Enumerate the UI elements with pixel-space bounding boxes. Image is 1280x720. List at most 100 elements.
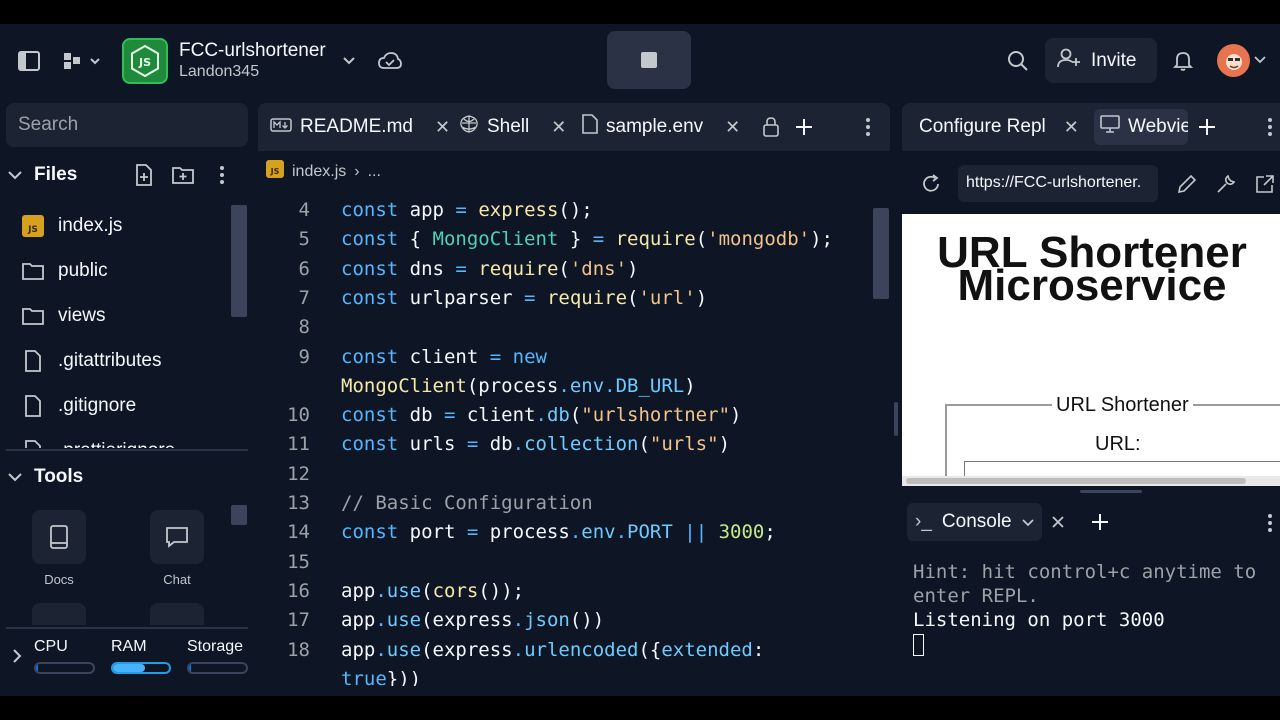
code-text: const urlparser = require('url'): [341, 286, 708, 309]
chevron-right-icon[interactable]: [8, 648, 26, 664]
tool-item[interactable]: [29, 603, 89, 625]
terminal-icon: ›_: [915, 511, 932, 532]
file-tree-scrollbar[interactable]: [231, 205, 247, 317]
code-text: app.use(express.urlencoded({extended:: [341, 638, 765, 661]
kebab-menu-icon[interactable]: [212, 163, 232, 187]
bell-icon[interactable]: [1170, 48, 1196, 74]
breadcrumb-more[interactable]: ...: [368, 163, 381, 181]
file-item-index-js[interactable]: JS index.js: [8, 206, 230, 246]
avatar[interactable]: [1217, 44, 1250, 77]
file-name: views: [58, 305, 106, 326]
close-icon[interactable]: [1048, 512, 1068, 532]
tab-label: sample.env: [606, 116, 704, 137]
line-number: 11: [287, 433, 310, 456]
tool-label: Chat: [163, 572, 191, 587]
repl-name[interactable]: FCC-urlshortener: [179, 40, 326, 62]
add-tab-icon[interactable]: [1089, 511, 1111, 533]
wrench-icon[interactable]: [1214, 172, 1238, 196]
tab-shell[interactable]: Shell ✕: [459, 103, 566, 151]
tool-item[interactable]: [147, 603, 207, 625]
ram-label: RAM: [111, 638, 147, 655]
repl-menu-icon[interactable]: [60, 48, 104, 74]
file-name: .gitignore: [58, 395, 137, 416]
kebab-menu-icon[interactable]: [858, 115, 878, 139]
file-icon: [582, 114, 598, 140]
repl-language-icon[interactable]: JS: [122, 38, 168, 84]
search-icon[interactable]: [1005, 48, 1031, 74]
tab-console[interactable]: ›_ Console: [907, 503, 1042, 541]
code-editor[interactable]: 4 const app = express(); 5 const { MongoCli…: [258, 196, 873, 686]
storage-usage-bar: [187, 662, 248, 674]
line-number: 16: [287, 579, 310, 602]
kebab-menu-icon[interactable]: [1262, 511, 1278, 535]
close-icon[interactable]: ✕: [551, 117, 566, 138]
tab-webview[interactable]: Webview: [1094, 109, 1188, 145]
new-file-icon[interactable]: [132, 163, 156, 187]
close-icon[interactable]: ✕: [1064, 117, 1079, 138]
kebab-menu-icon[interactable]: [1262, 115, 1278, 139]
file-item-public[interactable]: public: [8, 251, 230, 291]
line-number: 10: [287, 404, 310, 427]
stop-button[interactable]: [607, 31, 691, 89]
code-text: const { MongoClient } = require('mongodb…: [341, 228, 833, 251]
webview-frame[interactable]: URL Shortener Microservice URL Shortener…: [902, 214, 1280, 486]
invite-button[interactable]: Invite: [1045, 38, 1157, 83]
console-line: Listening on port 3000: [913, 609, 1165, 631]
code-text: const client = new: [341, 345, 547, 368]
file-item-gitignore[interactable]: .gitignore: [8, 386, 230, 426]
svg-text:JS: JS: [27, 225, 38, 235]
file-name: public: [58, 260, 108, 281]
folder-icon: [8, 262, 58, 280]
line-number: 18: [287, 638, 310, 661]
cloud-sync-icon[interactable]: [377, 49, 403, 73]
line-number: 14: [287, 521, 310, 544]
panel-divider[interactable]: [6, 627, 248, 629]
file-item-views[interactable]: views: [8, 296, 230, 336]
pane-resize-handle[interactable]: [894, 402, 898, 436]
close-icon[interactable]: ✕: [435, 117, 450, 138]
refresh-icon[interactable]: [918, 172, 944, 196]
code-text: true})): [341, 667, 422, 686]
line-number: 4: [298, 199, 310, 221]
add-tab-icon[interactable]: [792, 115, 816, 139]
tab-readme[interactable]: README.md ✕: [270, 103, 450, 151]
tab-configure-repl[interactable]: Configure Repl ✕: [919, 103, 1079, 151]
file-tree: JS index.js public views .gitattributes …: [0, 205, 232, 448]
pane-resize-handle[interactable]: [1080, 490, 1142, 493]
monitor-icon: [1100, 115, 1120, 139]
tools-section-header[interactable]: Tools: [8, 462, 248, 492]
shell-icon: [459, 115, 479, 139]
sidebar-toggle-icon[interactable]: [14, 48, 44, 74]
repl-owner[interactable]: Landon345: [179, 63, 259, 81]
tool-icon: [32, 603, 86, 625]
panel-divider[interactable]: [6, 449, 248, 451]
code-text: const db = client.db("urlshortner"): [341, 404, 742, 427]
file-icon: [8, 395, 58, 417]
folder-icon: [8, 307, 58, 325]
add-tab-icon[interactable]: [1195, 115, 1219, 139]
console-output[interactable]: Hint: hit control+c anytime to enter REP…: [913, 560, 1273, 656]
chevron-down-icon[interactable]: [1253, 54, 1267, 66]
search-input[interactable]: Search: [6, 103, 248, 147]
external-link-icon[interactable]: [1253, 172, 1277, 196]
tab-label: README.md: [300, 116, 413, 137]
webview-scrollbar[interactable]: [902, 476, 1280, 486]
file-item-prettierignore[interactable]: .prettierignore: [8, 431, 230, 448]
chevron-right-icon: ›: [354, 162, 360, 180]
tab-label: Shell: [487, 116, 530, 137]
lock-icon[interactable]: [760, 116, 782, 138]
new-folder-icon[interactable]: [170, 163, 196, 187]
pencil-icon[interactable]: [1175, 172, 1199, 196]
tab-sample-env[interactable]: sample.env ✕: [582, 103, 740, 151]
chevron-down-icon[interactable]: [340, 52, 358, 70]
close-icon[interactable]: ✕: [725, 117, 740, 138]
line-number: 15: [287, 550, 310, 573]
file-item-gitattributes[interactable]: .gitattributes: [8, 341, 230, 381]
letterbox-bottom: [0, 696, 1280, 720]
tools-scrollbar[interactable]: [231, 505, 247, 525]
tool-chat[interactable]: Chat: [147, 510, 207, 587]
tool-docs[interactable]: Docs: [29, 510, 89, 587]
breadcrumb-file[interactable]: index.js: [292, 163, 346, 181]
editor-scrollbar[interactable]: [873, 208, 889, 299]
webview-url-bar[interactable]: https://FCC-urlshortener.: [958, 165, 1158, 202]
